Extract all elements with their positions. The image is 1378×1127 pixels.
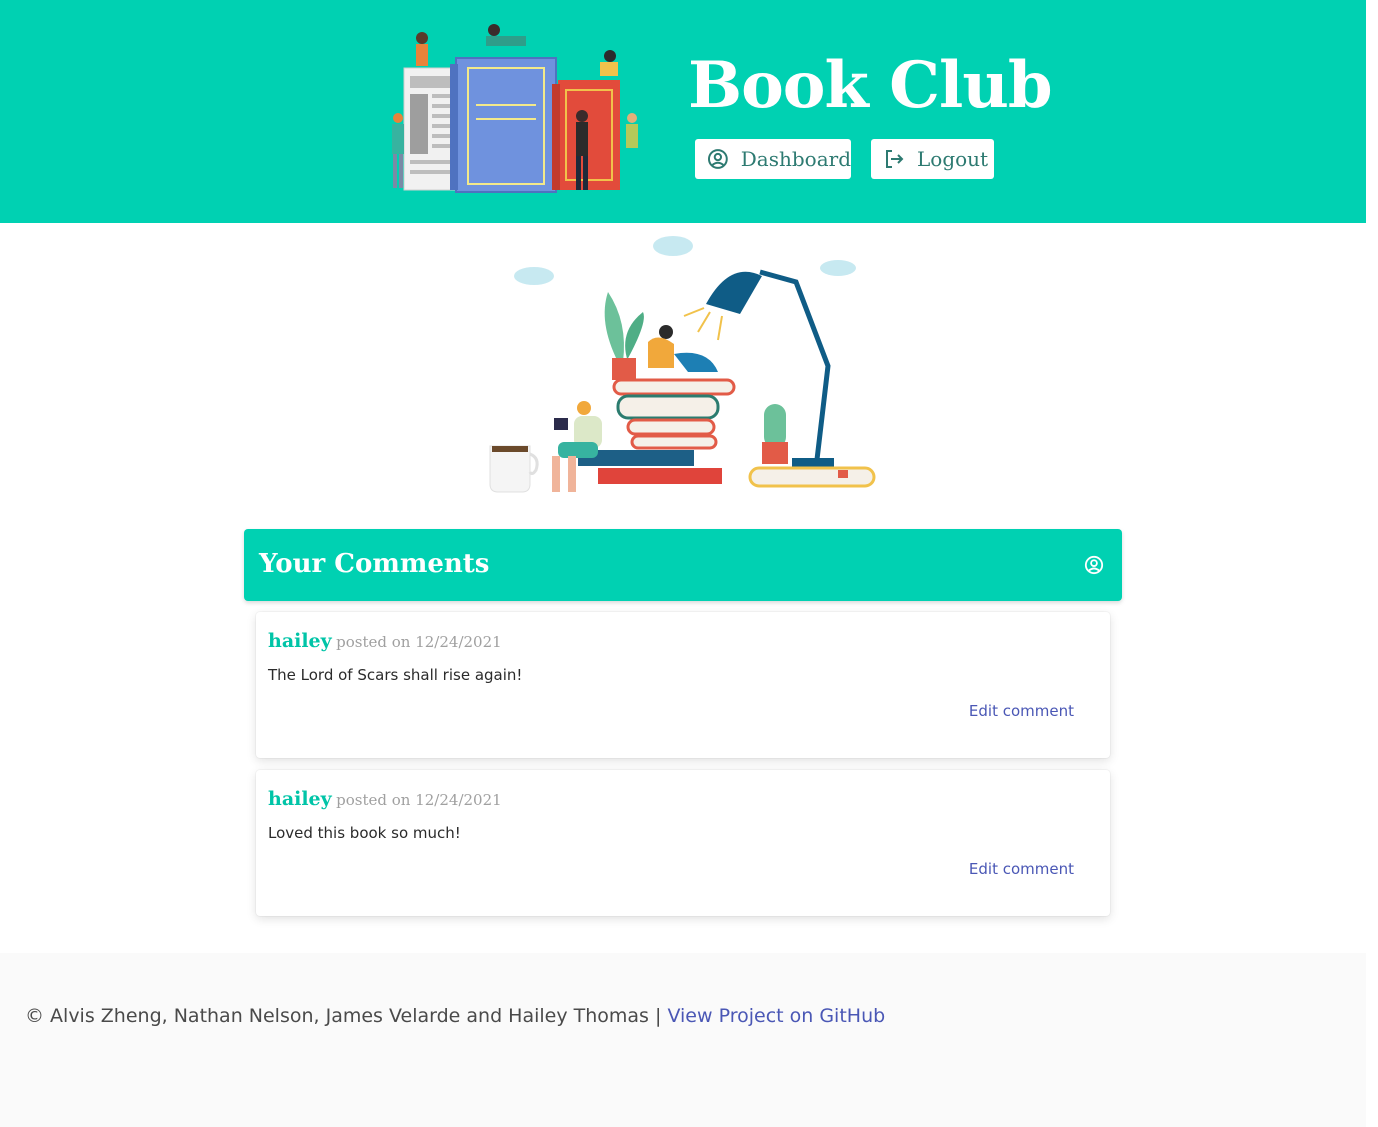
comment-card: hailey posted on 12/24/2021 Loved this b… xyxy=(256,770,1110,916)
comment-date: posted on 12/24/2021 xyxy=(336,791,502,809)
comment-text: The Lord of Scars shall rise again! xyxy=(268,666,523,684)
edit-comment-link[interactable]: Edit comment xyxy=(969,702,1074,720)
edit-comment-link[interactable]: Edit comment xyxy=(969,860,1074,878)
site-footer: © Alvis Zheng, Nathan Nelson, James Vela… xyxy=(0,953,1366,1127)
logout-label: Logout xyxy=(917,147,989,171)
comment-card: hailey posted on 12/24/2021 The Lord of … xyxy=(256,612,1110,758)
site-header: Book Club Dashboard Logout xyxy=(0,0,1366,223)
books-illustration-icon xyxy=(392,24,638,193)
comment-meta: hailey posted on 12/24/2021 xyxy=(268,630,502,652)
comment-username: hailey xyxy=(268,788,332,810)
user-circle-icon xyxy=(707,149,728,169)
logout-button[interactable]: Logout xyxy=(871,139,994,179)
footer-text: © Alvis Zheng, Nathan Nelson, James Vela… xyxy=(25,1005,885,1027)
comment-text: Loved this book so much! xyxy=(268,824,461,842)
sign-out-icon xyxy=(886,150,904,168)
reading-illustration-icon xyxy=(489,236,876,493)
comments-header: Your Comments xyxy=(244,529,1122,601)
comments-title: Your Comments xyxy=(259,549,490,579)
dashboard-label: Dashboard xyxy=(740,147,851,171)
user-circle-icon[interactable] xyxy=(1084,555,1104,575)
site-title: Book Club xyxy=(688,48,1053,123)
comment-username: hailey xyxy=(268,630,332,652)
comment-meta: hailey posted on 12/24/2021 xyxy=(268,788,502,810)
github-link[interactable]: View Project on GitHub xyxy=(667,1005,885,1027)
dashboard-button[interactable]: Dashboard xyxy=(695,139,851,179)
comment-date: posted on 12/24/2021 xyxy=(336,633,502,651)
footer-credits: © Alvis Zheng, Nathan Nelson, James Vela… xyxy=(25,1005,662,1027)
